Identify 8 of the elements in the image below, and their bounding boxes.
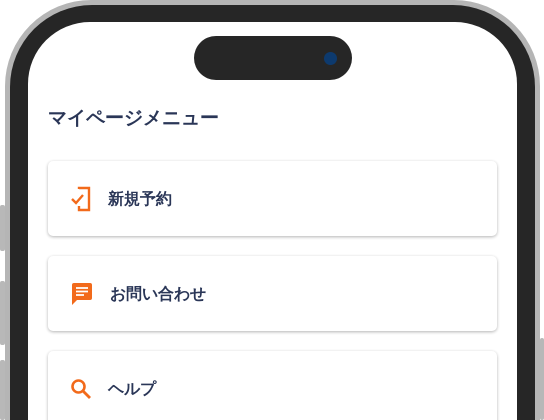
phone-check-icon [70,186,92,212]
menu-card[interactable]: 新規予約 [48,161,497,236]
menu-card[interactable]: ヘルプ [48,351,497,420]
message-icon [70,280,94,306]
page-title: マイページメニュー [48,106,220,130]
camera-icon [324,52,336,65]
search-icon [70,378,92,400]
menu-card[interactable]: お問い合わせ [48,256,497,331]
